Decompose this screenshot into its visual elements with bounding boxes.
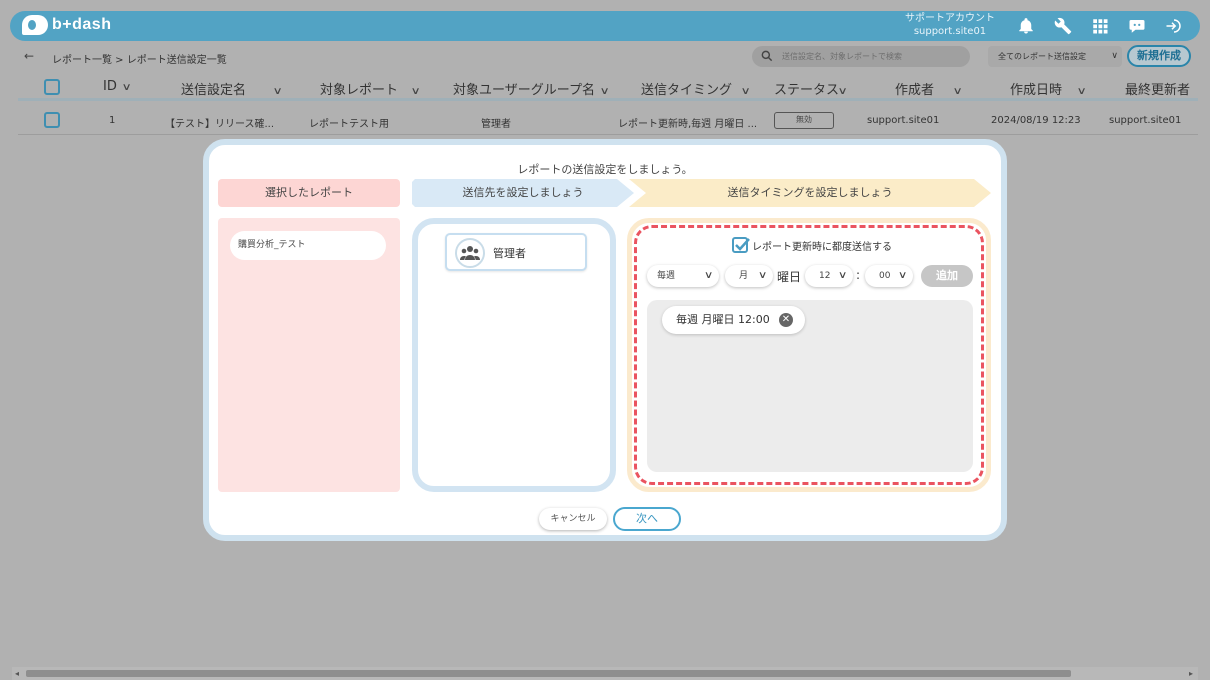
step-recipients-label: 送信先を設定しましょう <box>462 186 584 199</box>
send-on-update-checkbox[interactable] <box>732 237 750 253</box>
breadcrumb[interactable]: レポート一覧 > レポート送信設定一覧 <box>52 51 227 66</box>
select-all-checkbox[interactable] <box>44 79 60 95</box>
search-icon <box>761 50 773 62</box>
scroll-right-arrow-icon[interactable]: ▸ <box>1189 667 1193 680</box>
cell-id: 1 <box>109 115 116 126</box>
cell-created: 2024/08/19 12:23 <box>991 115 1081 126</box>
logo-text: b+dash <box>52 16 112 33</box>
time-colon: : <box>856 268 861 282</box>
column-header-id[interactable]: ID ∨ <box>103 79 132 94</box>
highlight-dashed-border: レポート更新時に都度送信する 毎週 ∨ 月 ∨ 曜日 12 ∨ : 00 ∨ 追加 毎週… <box>634 225 984 485</box>
column-header-report[interactable]: 対象レポート ∨ <box>320 79 421 98</box>
cell-creator: support.site01 <box>867 115 940 126</box>
cell-name[interactable]: 【テスト】リリース確... <box>165 115 274 130</box>
apps-grid-icon[interactable] <box>1090 16 1110 36</box>
toolbar: ← レポート一覧 > レポート送信設定一覧 全てのレポート送信設定 ∨ 新規作成 <box>10 43 1200 71</box>
account-info[interactable]: サポートアカウント support.site01 <box>905 12 995 38</box>
frequency-select[interactable]: 毎週 ∨ <box>647 265 719 287</box>
account-name: サポートアカウント <box>905 13 995 24</box>
top-header: b+dash サポートアカウント support.site01 <box>10 11 1200 41</box>
timing-chip: 毎週 月曜日 12:00 ✕ <box>662 306 805 334</box>
modal-title: レポートの送信設定をしましょう。 <box>517 163 693 176</box>
column-header-creator[interactable]: 作成者 ∨ <box>895 79 963 98</box>
weekday-label: 曜日 <box>777 270 802 284</box>
remove-timing-icon[interactable]: ✕ <box>779 313 793 327</box>
timing-chip-label: 毎週 月曜日 12:00 <box>676 313 770 326</box>
timing-list: 毎週 月曜日 12:00 ✕ <box>647 300 973 472</box>
report-filter-select[interactable]: 全てのレポート送信設定 ∨ <box>988 46 1122 67</box>
filter-value: 全てのレポート送信設定 <box>998 52 1086 61</box>
weekday-select[interactable]: 月 ∨ <box>725 265 773 287</box>
user-group-card[interactable]: 管理者 <box>445 233 587 271</box>
step-selected-report: 選択したレポート <box>218 179 400 207</box>
hour-select[interactable]: 12 ∨ <box>805 265 853 287</box>
column-header-name[interactable]: 送信設定名 ∨ <box>181 79 283 98</box>
cell-timing: レポート更新時,毎週 月曜日 ... <box>618 119 758 130</box>
cell-updater: support.site01 <box>1109 115 1182 126</box>
cell-group: 管理者 <box>481 119 511 130</box>
column-header-updater[interactable]: 最終更新者 <box>1125 79 1190 98</box>
row-checkbox[interactable] <box>44 112 60 128</box>
column-header-status[interactable]: ステータス∨ <box>774 79 848 98</box>
logo-bubble-icon <box>22 15 48 35</box>
chevron-down-icon: ∨ <box>757 270 768 281</box>
selected-report-item[interactable]: 購買分析_テスト <box>230 231 386 260</box>
search-box <box>752 46 970 67</box>
add-timing-button[interactable]: 追加 <box>921 265 973 287</box>
account-id: support.site01 <box>913 26 987 37</box>
scrollbar-thumb[interactable] <box>26 670 1071 677</box>
recipients-panel: 管理者 <box>412 218 616 492</box>
users-group-icon <box>455 238 485 268</box>
timing-panel: レポート更新時に都度送信する 毎週 ∨ 月 ∨ 曜日 12 ∨ : 00 ∨ 追加 毎週… <box>627 218 991 492</box>
cell-report: レポートテスト用 <box>309 119 389 130</box>
status-badge[interactable]: 無効 <box>774 112 834 129</box>
table-row[interactable]: 1 【テスト】リリース確... レポートテスト用 管理者 レポート更新時,毎週 … <box>18 107 1198 135</box>
bell-icon[interactable] <box>1016 16 1036 36</box>
cancel-button[interactable]: キャンセル <box>539 508 607 530</box>
send-on-update-option[interactable]: レポート更新時に都度送信する <box>732 237 892 253</box>
step-timing-label: 送信タイミングを設定しましょう <box>727 186 893 199</box>
logo[interactable]: b+dash <box>22 15 111 35</box>
column-header-group[interactable]: 対象ユーザーグループ名 ∨ <box>453 79 610 98</box>
scroll-left-arrow-icon[interactable]: ◂ <box>15 667 19 680</box>
checkmark-icon <box>735 238 750 251</box>
step-recipients: 送信先を設定しましょう <box>412 179 634 207</box>
new-button[interactable]: 新規作成 <box>1127 45 1191 67</box>
next-button[interactable]: 次へ <box>613 507 681 531</box>
column-header-created[interactable]: 作成日時 ∨ <box>1010 79 1087 98</box>
horizontal-scrollbar[interactable]: ◂ ▸ <box>12 667 1198 680</box>
logout-icon[interactable] <box>1164 16 1184 36</box>
back-arrow-icon[interactable]: ← <box>24 49 34 63</box>
search-input[interactable] <box>782 48 962 65</box>
table-header: ID ∨ 送信設定名 ∨ 対象レポート ∨ 対象ユーザーグループ名 ∨ 送信タイミング ∨… <box>18 73 1198 101</box>
send-on-update-label: レポート更新時に都度送信する <box>752 241 892 253</box>
minute-select[interactable]: 00 ∨ <box>865 265 913 287</box>
chat-bot-icon[interactable] <box>1127 16 1147 36</box>
chevron-down-icon: ∨ <box>897 270 908 281</box>
chevron-down-icon: ∨ <box>703 270 714 281</box>
selected-report-panel: 購買分析_テスト <box>218 218 400 492</box>
chevron-down-icon: ∨ <box>1111 51 1118 61</box>
step-timing: 送信タイミングを設定しましょう <box>629 179 991 207</box>
wrench-icon[interactable] <box>1053 16 1073 36</box>
user-group-name: 管理者 <box>493 247 526 260</box>
send-settings-modal: レポートの送信設定をしましょう。 選択したレポート 送信先を設定しましょう 送信… <box>203 139 1007 541</box>
chevron-down-icon: ∨ <box>837 270 848 281</box>
column-header-timing[interactable]: 送信タイミング ∨ <box>641 79 751 98</box>
